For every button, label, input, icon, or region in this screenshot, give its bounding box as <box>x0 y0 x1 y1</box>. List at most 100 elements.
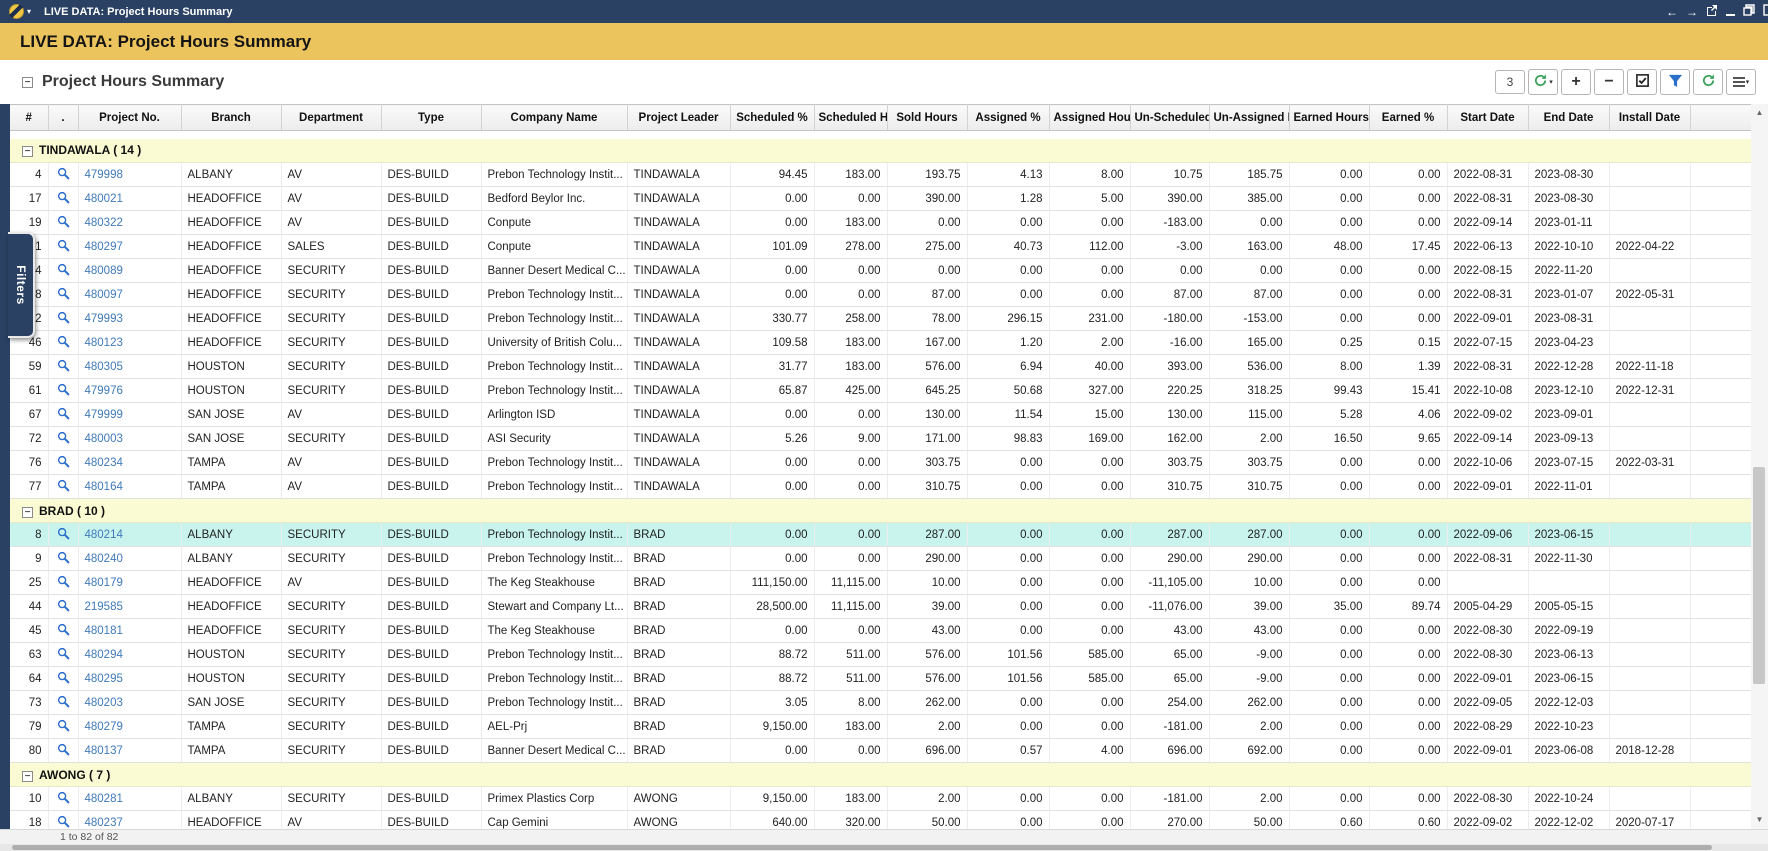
project-link[interactable]: 480214 <box>85 529 123 541</box>
magnifier-icon[interactable] <box>48 643 78 667</box>
col-header-filler[interactable] <box>1690 105 1752 131</box>
magnifier-icon[interactable] <box>48 403 78 427</box>
col-header-earned-hours[interactable]: Earned Hours <box>1289 105 1369 131</box>
project-link[interactable]: 480305 <box>85 361 123 373</box>
group-header-row[interactable]: −TINDAWALA ( 14 ) <box>10 139 1752 163</box>
project-link[interactable]: 479993 <box>85 313 123 325</box>
filter-button[interactable] <box>1660 69 1690 95</box>
forward-icon[interactable]: → <box>1686 6 1698 18</box>
project-link[interactable]: 480237 <box>85 817 123 829</box>
table-row[interactable]: 10480281ALBANYSECURITYDES-BUILDPrimex Pl… <box>10 787 1752 811</box>
auto-refresh-button[interactable]: ▾ <box>1528 69 1558 95</box>
magnifier-icon[interactable] <box>48 691 78 715</box>
col-header-branch[interactable]: Branch <box>181 105 281 131</box>
table-row[interactable]: 79480279TAMPASECURITYDES-BUILDAEL-PrjBRA… <box>10 715 1752 739</box>
col-header-company-name[interactable]: Company Name <box>481 105 627 131</box>
project-link[interactable]: 480294 <box>85 649 123 661</box>
menu-button[interactable]: ▾ <box>1726 69 1756 95</box>
table-row[interactable]: 61479976HOUSTONSECURITYDES-BUILDPrebon T… <box>10 379 1752 403</box>
magnifier-icon[interactable] <box>48 547 78 571</box>
table-row[interactable]: 42479993HEADOFFICESECURITYDES-BUILDPrebo… <box>10 307 1752 331</box>
col-header-end-date[interactable]: End Date <box>1528 105 1609 131</box>
table-row[interactable]: 34480089HEADOFFICESECURITYDES-BUILDBanne… <box>10 259 1752 283</box>
collapse-group-icon[interactable]: − <box>22 146 33 157</box>
horizontal-scrollbar-thumb[interactable] <box>12 845 1712 850</box>
project-link[interactable]: 480003 <box>85 433 123 445</box>
project-link[interactable]: 480179 <box>85 577 123 589</box>
magnifier-icon[interactable] <box>48 427 78 451</box>
table-row[interactable]: 73480203SAN JOSESECURITYDES-BUILDPrebon … <box>10 691 1752 715</box>
project-link[interactable]: 480021 <box>85 193 123 205</box>
magnifier-icon[interactable] <box>48 595 78 619</box>
magnifier-icon[interactable] <box>48 235 78 259</box>
magnifier-icon[interactable] <box>48 811 78 830</box>
project-link[interactable]: 219585 <box>85 601 123 613</box>
project-link[interactable]: 480203 <box>85 697 123 709</box>
magnifier-icon[interactable] <box>48 187 78 211</box>
chevron-down-icon[interactable]: ▾ <box>27 7 31 16</box>
project-link[interactable]: 480281 <box>85 793 123 805</box>
refresh-button[interactable] <box>1693 69 1723 95</box>
project-link[interactable]: 479999 <box>85 409 123 421</box>
multiselect-button[interactable] <box>1627 69 1657 95</box>
project-link[interactable]: 480234 <box>85 457 123 469</box>
col-header-type[interactable]: Type <box>381 105 481 131</box>
table-row[interactable]: 21480297HEADOFFICESALESDES-BUILDConputeT… <box>10 235 1752 259</box>
horizontal-scrollbar[interactable] <box>0 844 1768 851</box>
collapse-group-icon[interactable]: − <box>22 771 33 782</box>
table-row[interactable]: 80480137TAMPASECURITYDES-BUILDBanner Des… <box>10 739 1752 763</box>
app-logo-icon[interactable] <box>9 4 24 19</box>
col-header-assigned-pct[interactable]: Assigned % <box>967 105 1049 131</box>
restore-icon[interactable] <box>1743 3 1755 21</box>
table-row[interactable]: 76480234TAMPAAVDES-BUILDPrebon Technolog… <box>10 451 1752 475</box>
table-row[interactable]: 77480164TAMPAAVDES-BUILDPrebon Technolog… <box>10 475 1752 499</box>
col-header-scheduled-hours[interactable]: Scheduled Hou <box>814 105 887 131</box>
magnifier-icon[interactable] <box>48 475 78 499</box>
col-header-project-leader[interactable]: Project Leader <box>627 105 730 131</box>
magnifier-icon[interactable] <box>48 163 78 187</box>
magnifier-icon[interactable] <box>48 739 78 763</box>
magnifier-icon[interactable] <box>48 331 78 355</box>
project-link[interactable]: 479976 <box>85 385 123 397</box>
magnifier-icon[interactable] <box>48 211 78 235</box>
table-row[interactable]: 44219585HEADOFFICESECURITYDES-BUILDStewa… <box>10 595 1752 619</box>
project-link[interactable]: 480295 <box>85 673 123 685</box>
magnifier-icon[interactable] <box>48 259 78 283</box>
magnifier-icon[interactable] <box>48 451 78 475</box>
table-row[interactable]: 72480003SAN JOSESECURITYDES-BUILDASI Sec… <box>10 427 1752 451</box>
table-row[interactable]: 9480240ALBANYSECURITYDES-BUILDPrebon Tec… <box>10 547 1752 571</box>
project-link[interactable]: 480089 <box>85 265 123 277</box>
magnifier-icon[interactable] <box>48 571 78 595</box>
table-row[interactable]: 18480237HEADOFFICEAVDES-BUILDCap GeminiA… <box>10 811 1752 830</box>
project-link[interactable]: 480123 <box>85 337 123 349</box>
table-row[interactable]: 19480322HEADOFFICEAVDES-BUILDConputeTIND… <box>10 211 1752 235</box>
magnifier-icon[interactable] <box>48 307 78 331</box>
col-header-department[interactable]: Department <box>281 105 381 131</box>
project-link[interactable]: 480137 <box>85 745 123 757</box>
table-row[interactable]: 63480294HOUSTONSECURITYDES-BUILDPrebon T… <box>10 643 1752 667</box>
table-row[interactable]: 46480123HEADOFFICESECURITYDES-BUILDUnive… <box>10 331 1752 355</box>
remove-button[interactable]: − <box>1594 69 1624 95</box>
magnifier-icon[interactable] <box>48 283 78 307</box>
col-header-start-date[interactable]: Start Date <box>1447 105 1528 131</box>
scroll-up-icon[interactable]: ▲ <box>1751 106 1768 120</box>
table-row[interactable]: 45480181HEADOFFICESECURITYDES-BUILDThe K… <box>10 619 1752 643</box>
project-link[interactable]: 480097 <box>85 289 123 301</box>
group-header-row[interactable]: −BRAD ( 10 ) <box>10 499 1752 523</box>
project-link[interactable]: 480181 <box>85 625 123 637</box>
table-row[interactable]: 64480295HOUSTONSECURITYDES-BUILDPrebon T… <box>10 667 1752 691</box>
filters-tab[interactable]: Filters <box>8 232 35 338</box>
group-header-cell[interactable]: −AWONG ( 7 ) <box>10 763 1752 787</box>
col-header-earned-pct[interactable]: Earned % <box>1369 105 1447 131</box>
project-link[interactable]: 480240 <box>85 553 123 565</box>
group-header-cell[interactable]: −BRAD ( 10 ) <box>10 499 1752 523</box>
back-icon[interactable]: ← <box>1666 6 1678 18</box>
collapse-panel-icon[interactable]: − <box>22 77 33 88</box>
magnifier-icon[interactable] <box>48 715 78 739</box>
magnifier-icon[interactable] <box>48 379 78 403</box>
group-header-row[interactable]: −AWONG ( 7 ) <box>10 763 1752 787</box>
add-button[interactable]: + <box>1561 69 1591 95</box>
col-header-view[interactable]: . <box>48 105 78 131</box>
magnifier-icon[interactable] <box>48 619 78 643</box>
scroll-down-icon[interactable]: ▼ <box>1751 813 1768 827</box>
